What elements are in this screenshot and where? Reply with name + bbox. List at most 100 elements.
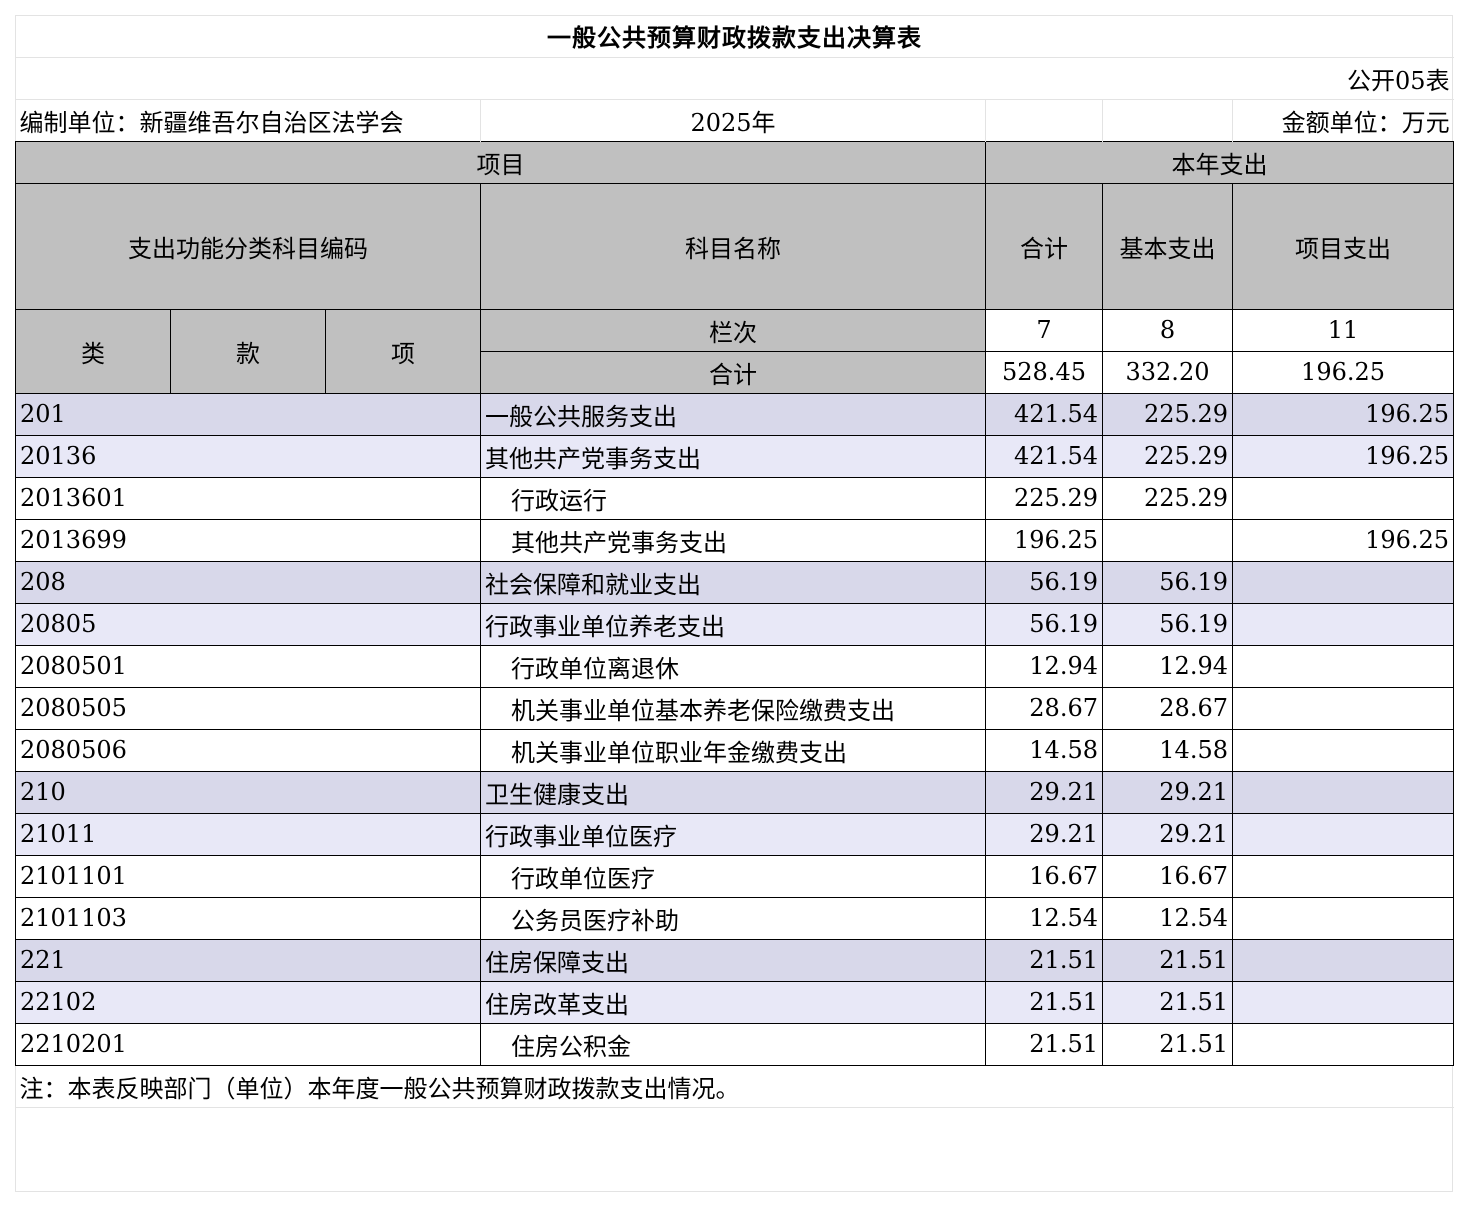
row-name: 公务员医疗补助 — [480, 896, 986, 940]
row-total: 28.67 — [985, 686, 1103, 730]
row-total: 21.51 — [985, 938, 1103, 982]
row-project — [1231, 1022, 1455, 1066]
table-row: 2101101 行政单位医疗 16.67 16.67 — [15, 854, 1455, 898]
row-total: 12.94 — [985, 644, 1103, 688]
row-project — [1231, 980, 1455, 1024]
row-project — [1231, 770, 1455, 814]
table-row: 208 社会保障和就业支出 56.19 56.19 — [15, 560, 1455, 604]
table-row: 21011 行政事业单位医疗 29.21 29.21 — [15, 812, 1455, 856]
header-func-code: 支出功能分类科目编码 — [15, 182, 481, 310]
row-total: 29.21 — [985, 812, 1103, 856]
row-code: 2080501 — [15, 644, 481, 688]
row-name: 行政运行 — [480, 476, 986, 520]
header-basic: 基本支出 — [1102, 182, 1233, 310]
row-total: 12.54 — [985, 896, 1103, 940]
row-code: 20136 — [15, 434, 481, 478]
table-row: 2080506 机关事业单位职业年金缴费支出 14.58 14.58 — [15, 728, 1455, 772]
row-name: 其他共产党事务支出 — [480, 434, 986, 478]
table-row: 20136 其他共产党事务支出 421.54 225.29 196.25 — [15, 434, 1455, 478]
header-subject-name: 科目名称 — [480, 182, 986, 310]
column-no-basic: 8 — [1102, 308, 1233, 352]
row-basic: 29.21 — [1102, 770, 1233, 814]
row-project — [1231, 938, 1455, 982]
table-row: 210 卫生健康支出 29.21 29.21 — [15, 770, 1455, 814]
row-name: 行政单位医疗 — [480, 854, 986, 898]
header-column-no: 栏次 — [480, 308, 986, 352]
footnote: 注：本表反映部门（单位）本年度一般公共预算财政拨款支出情况。 — [15, 1065, 1454, 1108]
amount-unit: 金额单位：万元 — [1281, 108, 1450, 137]
table-row: 201 一般公共服务支出 421.54 225.29 196.25 — [15, 392, 1455, 436]
table-row: 2101103 公务员医疗补助 12.54 12.54 — [15, 896, 1455, 940]
row-project — [1231, 686, 1455, 730]
compiling-unit: 编制单位：新疆维吾尔自治区法学会 — [15, 99, 481, 141]
row-name: 其他共产党事务支出 — [480, 518, 986, 562]
empty-cell — [1102, 99, 1233, 141]
row-project: 196.25 — [1231, 434, 1455, 478]
row-name: 住房保障支出 — [480, 938, 986, 982]
row-basic: 56.19 — [1102, 560, 1233, 604]
row-basic: 14.58 — [1102, 728, 1233, 772]
row-code: 2080506 — [15, 728, 481, 772]
row-code: 2013699 — [15, 518, 481, 562]
row-project — [1231, 728, 1455, 772]
row-basic: 12.54 — [1102, 896, 1233, 940]
row-project — [1231, 560, 1455, 604]
row-basic: 29.21 — [1102, 812, 1233, 856]
row-code: 22102 — [15, 980, 481, 1024]
row-code: 2101101 — [15, 854, 481, 898]
row-total: 21.51 — [985, 980, 1103, 1024]
row-name: 社会保障和就业支出 — [480, 560, 986, 604]
row-total: 225.29 — [985, 476, 1103, 520]
table-row: 2013699 其他共产党事务支出 196.25 196.25 — [15, 518, 1455, 562]
table-row: 20805 行政事业单位养老支出 56.19 56.19 — [15, 602, 1455, 646]
header-current-year: 本年支出 — [984, 140, 1455, 184]
table-row: 2013601 行政运行 225.29 225.29 — [15, 476, 1455, 520]
table-row: 2080505 机关事业单位基本养老保险缴费支出 28.67 28.67 — [15, 686, 1455, 730]
row-total: 56.19 — [985, 560, 1103, 604]
row-total: 16.67 — [985, 854, 1103, 898]
row-name: 机关事业单位基本养老保险缴费支出 — [480, 686, 986, 730]
row-basic: 225.29 — [1102, 434, 1233, 478]
grand-total-value: 528.45 — [985, 350, 1103, 394]
expenditure-table: 一般公共预算财政拨款支出决算表 公开05表 编制单位：新疆维吾尔自治区法学会 2… — [15, 15, 1455, 1108]
header-project: 项目支出 — [1231, 182, 1455, 310]
row-basic: 16.67 — [1102, 854, 1233, 898]
row-total: 21.51 — [985, 1022, 1103, 1066]
row-project — [1231, 896, 1455, 940]
grand-basic-value: 332.20 — [1102, 350, 1233, 394]
row-project — [1231, 476, 1455, 520]
grand-project-value: 196.25 — [1231, 350, 1455, 394]
row-total: 196.25 — [985, 518, 1103, 562]
row-code: 2210201 — [15, 1022, 481, 1066]
row-project — [1231, 602, 1455, 646]
header-section: 款 — [170, 308, 326, 394]
table-row: 2210201 住房公积金 21.51 21.51 — [15, 1022, 1455, 1066]
report-year: 2025年 — [480, 99, 986, 141]
row-total: 421.54 — [985, 434, 1103, 478]
row-basic: 21.51 — [1102, 1022, 1233, 1066]
grand-total-label: 合计 — [480, 350, 986, 394]
row-total: 56.19 — [985, 602, 1103, 646]
header-total: 合计 — [985, 182, 1103, 310]
page-title: 一般公共预算财政拨款支出决算表 — [15, 15, 1454, 58]
row-basic: 12.94 — [1102, 644, 1233, 688]
row-name: 住房公积金 — [480, 1022, 986, 1066]
row-name: 行政事业单位医疗 — [480, 812, 986, 856]
empty-cell — [985, 99, 1103, 141]
row-project — [1231, 854, 1455, 898]
row-basic: 56.19 — [1102, 602, 1233, 646]
table-row: 2080501 行政单位离退休 12.94 12.94 — [15, 644, 1455, 688]
row-code: 20805 — [15, 602, 481, 646]
row-project — [1231, 644, 1455, 688]
table-row: 22102 住房改革支出 21.51 21.51 — [15, 980, 1455, 1024]
row-project — [1231, 812, 1455, 856]
row-basic: 28.67 — [1102, 686, 1233, 730]
row-name: 住房改革支出 — [480, 980, 986, 1024]
row-name: 机关事业单位职业年金缴费支出 — [480, 728, 986, 772]
row-basic: 21.51 — [1102, 938, 1233, 982]
row-total: 14.58 — [985, 728, 1103, 772]
row-total: 421.54 — [985, 392, 1103, 436]
table-row: 221 住房保障支出 21.51 21.51 — [15, 938, 1455, 982]
row-total: 29.21 — [985, 770, 1103, 814]
row-name: 一般公共服务支出 — [480, 392, 986, 436]
